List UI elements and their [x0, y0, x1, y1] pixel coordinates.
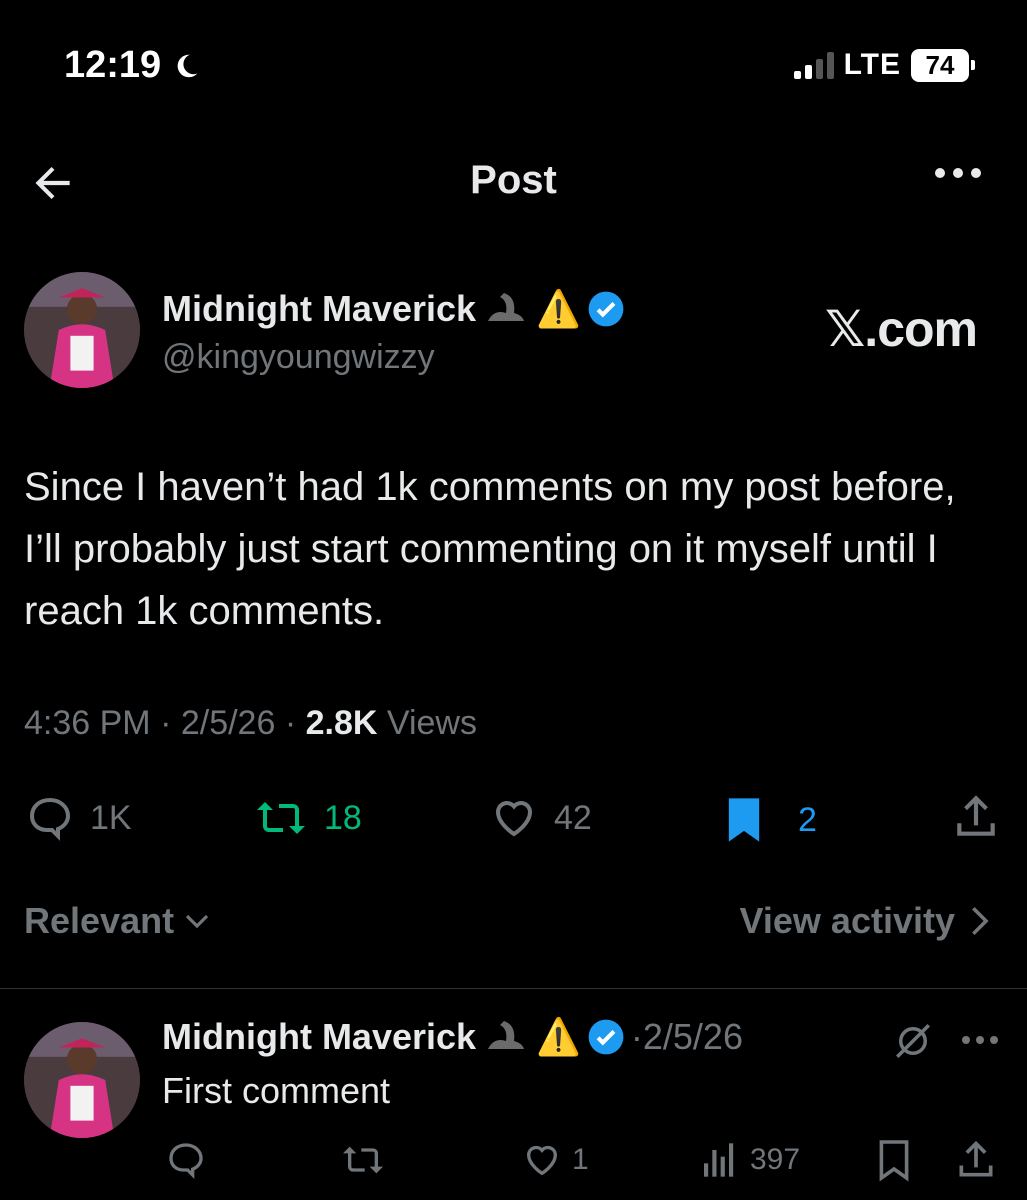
reply-avatar[interactable]	[24, 1022, 140, 1138]
heart-icon	[495, 801, 533, 837]
divider	[0, 988, 1027, 989]
battery-level: 74	[911, 48, 969, 82]
views-label: Views	[386, 704, 477, 742]
verified-badge-icon	[588, 291, 624, 327]
reply-sort-label: Relevant	[24, 900, 175, 941]
flexed-biceps-icon	[488, 1021, 525, 1049]
chevron-down-icon	[185, 914, 209, 929]
more-options-icon[interactable]	[935, 168, 981, 178]
bookmark-count: 2	[798, 800, 817, 839]
like-count: 42	[554, 798, 592, 837]
repost-button[interactable]: 18	[252, 794, 362, 842]
author-name[interactable]: Midnight Maverick ⚠️	[162, 288, 625, 330]
share-icon[interactable]	[951, 792, 1001, 842]
reply-reply-icon[interactable]	[164, 1140, 208, 1180]
reply-sort-dropdown[interactable]: Relevant	[24, 900, 212, 942]
author-name-text: Midnight Maverick	[162, 288, 477, 329]
post-text: Since I haven’t had 1k comments on my po…	[24, 465, 956, 633]
heart-icon	[526, 1145, 558, 1176]
reply-button[interactable]: 1K	[24, 794, 132, 842]
reply-like-button[interactable]: 1	[520, 1140, 589, 1180]
views-count: 2.8K	[305, 704, 378, 742]
post-time[interactable]: 4:36 PM	[24, 704, 151, 742]
chevron-right-icon	[972, 906, 989, 936]
status-indicators: LTE 74	[793, 48, 975, 82]
view-activity-label: View activity	[739, 900, 955, 941]
bookmark-icon	[728, 798, 760, 842]
verified-badge-icon	[588, 1019, 624, 1055]
reply-view-count: 397	[750, 1143, 801, 1176]
reply-author-name: Midnight Maverick	[162, 1016, 477, 1057]
view-activity-link[interactable]: View activity	[740, 900, 991, 942]
reply-more-icon[interactable]	[962, 1036, 998, 1044]
flexed-biceps-icon	[488, 293, 525, 321]
network-type: LTE	[843, 48, 901, 81]
reply-date[interactable]: ·2/5/26	[631, 1016, 743, 1058]
reply-author-emoji: ⚠️	[536, 1016, 581, 1057]
reply-author[interactable]: Midnight Maverick ⚠️ ·2/5/26	[162, 1016, 743, 1058]
repost-icon	[257, 802, 305, 834]
status-time: 12:19	[64, 44, 201, 87]
like-button[interactable]: 42	[488, 794, 592, 842]
reply-text: First comment	[162, 1070, 391, 1111]
reply-views[interactable]: 397	[700, 1140, 800, 1180]
reply-count: 1K	[90, 798, 132, 837]
reply-repost-icon[interactable]	[338, 1140, 388, 1180]
author-emoji: ⚠️	[536, 288, 581, 329]
battery-icon: 74	[911, 48, 975, 82]
analytics-icon	[704, 1143, 734, 1177]
post-meta: 4:36 PM · 2/5/26 · 2.8K Views	[24, 704, 477, 742]
moon-icon	[177, 54, 198, 77]
bookmark-button[interactable]: 2	[720, 794, 817, 846]
author-handle[interactable]: @kingyoungwizzy	[162, 338, 435, 377]
reply-like-count: 1	[572, 1143, 589, 1176]
repost-count: 18	[324, 798, 362, 837]
signal-icon	[793, 51, 834, 79]
status-time-text: 12:19	[64, 44, 162, 86]
avatar[interactable]	[24, 272, 140, 388]
reply-icon	[29, 797, 71, 841]
watermark: 𝕏.com	[825, 301, 978, 357]
reply-bookmark-icon[interactable]	[876, 1138, 912, 1182]
page-title: Post	[470, 158, 557, 202]
grok-icon[interactable]	[892, 1020, 934, 1062]
post-date[interactable]: 2/5/26	[181, 704, 276, 742]
reply-share-icon[interactable]	[954, 1138, 998, 1182]
